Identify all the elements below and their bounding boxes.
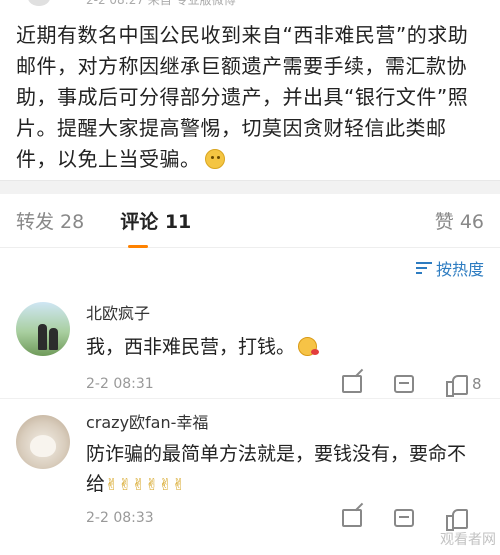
post-header: 2-2 08:27 来自 专业版微博 <box>0 0 500 8</box>
poster-avatar[interactable] <box>28 0 50 6</box>
like-icon[interactable] <box>446 375 468 397</box>
comment-item: crazy欧fan-幸福 防诈骗的最简单方法就是，要钱没有，要命不给✌✌✌✌✌✌… <box>0 399 500 532</box>
section-divider <box>0 180 500 194</box>
comment-actions <box>310 504 484 532</box>
reply-icon[interactable] <box>394 509 414 527</box>
smile-emoji-icon <box>204 149 225 169</box>
tab-bar: 转发 28 评论 11 赞 46 <box>0 194 500 248</box>
post-meta: 2-2 08:27 来自 专业版微博 <box>86 0 236 7</box>
yum-emoji-icon <box>298 337 320 356</box>
comment-text-content: 我，西非难民营，打钱。 <box>86 336 296 358</box>
tab-repost[interactable]: 转发 28 <box>16 207 84 234</box>
comment-item: 北欧疯子 我，西非难民营，打钱。 2-2 08:31 8 <box>0 288 500 399</box>
comment-actions: 8 <box>310 370 484 398</box>
watermark: 观看者网 <box>440 532 496 548</box>
sort-label: 按热度 <box>435 260 484 279</box>
comment-text: 防诈骗的最简单方法就是，要钱没有，要命不给✌✌✌✌✌✌ <box>86 439 484 500</box>
like-count: 8 <box>472 375 482 393</box>
share-icon[interactable] <box>342 375 362 393</box>
commenter-name[interactable]: crazy欧fan-幸福 <box>86 411 484 435</box>
post-content: 近期有数名中国公民收到来自“西非难民营”的求助邮件，对方称因继承巨额遗产需要手续… <box>0 8 500 180</box>
tab-comments[interactable]: 评论 11 <box>120 207 191 248</box>
like-icon[interactable] <box>446 509 468 531</box>
comment-text: 我，西非难民营，打钱。 <box>86 332 484 362</box>
comment-meta: 2-2 08:31 8 <box>86 370 484 398</box>
commenter-name[interactable]: 北欧疯子 <box>86 302 484 326</box>
victory-emoji-icon: ✌✌✌✌✌✌ <box>105 475 186 494</box>
sort-icon <box>415 261 432 275</box>
share-icon[interactable] <box>342 509 362 527</box>
comment-time: 2-2 08:31 <box>86 376 154 392</box>
comment-time: 2-2 08:33 <box>86 510 154 526</box>
sort-row: 按热度 <box>0 248 500 288</box>
commenter-avatar[interactable] <box>16 415 70 469</box>
comment-meta: 2-2 08:33 <box>86 504 484 532</box>
reply-icon[interactable] <box>394 375 414 393</box>
sort-by-popularity-button[interactable]: 按热度 <box>415 256 484 280</box>
commenter-avatar[interactable] <box>16 302 70 356</box>
tab-likes[interactable]: 赞 46 <box>435 207 484 234</box>
post-text: 近期有数名中国公民收到来自“西非难民营”的求助邮件，对方称因继承巨额遗产需要手续… <box>16 23 469 171</box>
